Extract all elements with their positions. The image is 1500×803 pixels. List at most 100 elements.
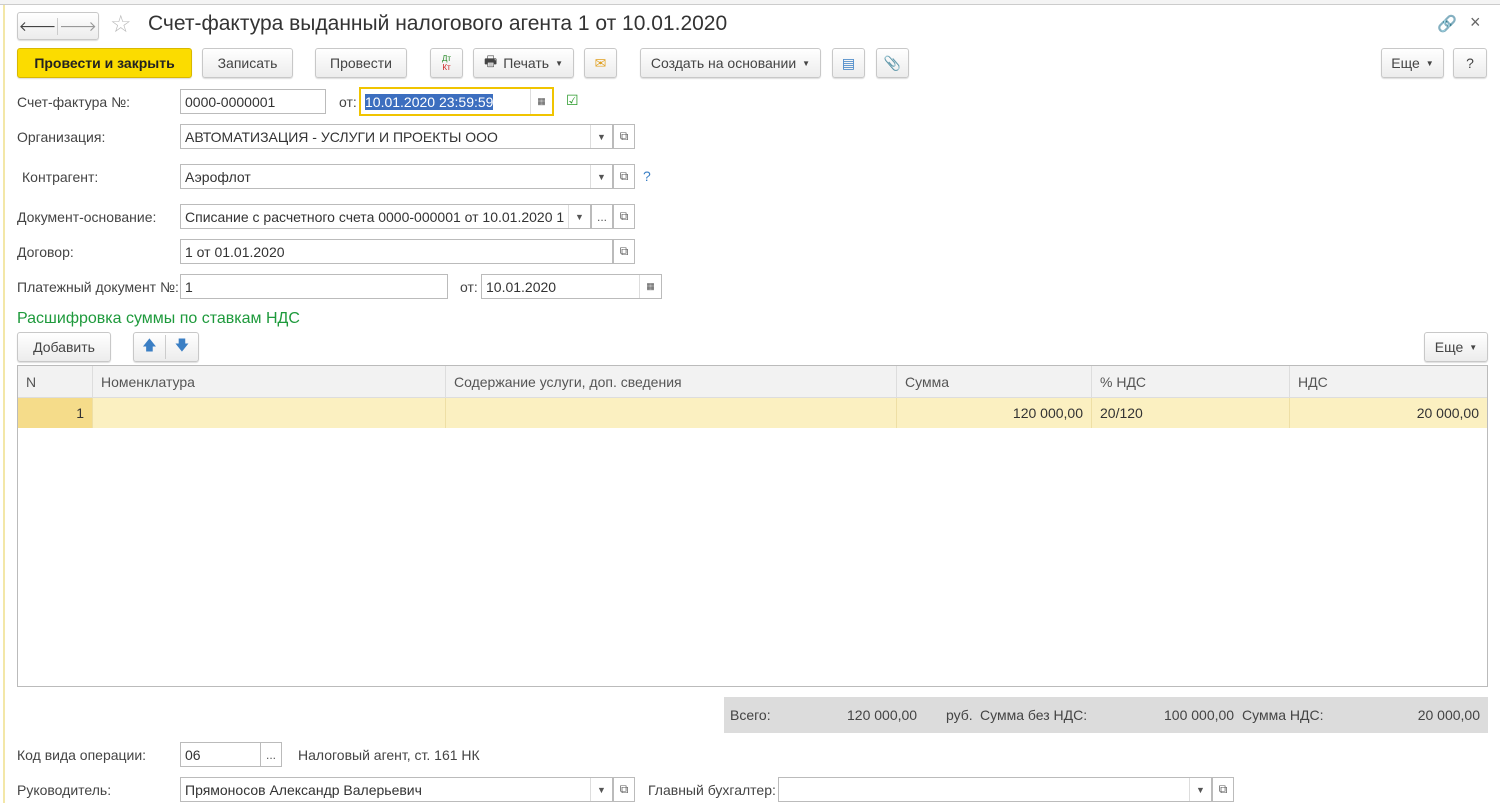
create-based-on-button[interactable]: Создать на основании ▼: [640, 48, 821, 78]
arrow-down-icon[interactable]: 🡇: [166, 335, 198, 359]
kt-label: Кт: [442, 63, 451, 72]
chevron-down-icon: ▼: [555, 58, 563, 68]
dt-label: Дт: [441, 54, 452, 63]
chevron-down-icon: ▼: [802, 58, 811, 68]
chevron-down-icon[interactable]: ▼: [590, 778, 612, 801]
column-header-vat-rate[interactable]: % НДС: [1092, 366, 1290, 397]
window-tabs-strip: [0, 0, 1500, 5]
head-field[interactable]: Прямоносов Александр Валерьевич ▼: [180, 777, 613, 802]
back-arrow-icon[interactable]: 🡐: [18, 17, 58, 35]
payment-date-value: 10.01.2020: [486, 278, 557, 295]
head-value: Прямоносов Александр Валерьевич: [185, 781, 422, 798]
page-title: Счет-фактура выданный налогового агента …: [148, 12, 728, 35]
totals-bar: Всего: 120 000,00 руб. Сумма без НДС: 10…: [724, 697, 1488, 733]
calendar-icon[interactable]: ▦: [639, 275, 661, 298]
select-ellipsis-button[interactable]: ...: [591, 204, 613, 229]
basis-document-label: Документ-основание:: [17, 209, 157, 225]
invoice-number-label: Счет-фактура №:: [17, 94, 131, 110]
invoice-number-field[interactable]: 0000-0000001: [180, 89, 326, 114]
table-row[interactable]: 1 120 000,00 20/120 20 000,00: [18, 398, 1487, 428]
chevron-down-icon[interactable]: ▼: [1189, 778, 1211, 801]
net-label: Сумма без НДС:: [980, 707, 1088, 723]
net-value: 100 000,00: [1164, 707, 1235, 723]
help-hint-icon[interactable]: ?: [643, 168, 651, 184]
total-label: Всего:: [730, 707, 771, 723]
basis-document-field[interactable]: Списание с расчетного счета 0000-000001 …: [180, 204, 591, 229]
invoice-date-label: от:: [339, 94, 357, 110]
cell-item[interactable]: [93, 398, 446, 428]
total-value: 120 000,00: [847, 707, 918, 723]
chevron-down-icon[interactable]: ▼: [590, 165, 612, 188]
status-check-icon[interactable]: ☑: [566, 92, 579, 109]
column-header-content[interactable]: Содержание услуги, доп. сведения: [446, 366, 897, 397]
arrow-up-icon[interactable]: 🡅: [134, 335, 167, 359]
organization-field[interactable]: АВТОМАТИЗАЦИЯ - УСЛУГИ И ПРОЕКТЫ ООО ▼: [180, 124, 613, 149]
paperclip-icon: 📎: [883, 54, 902, 71]
invoice-date-field[interactable]: 10.01.2020 23:59:59 ▦: [359, 87, 554, 116]
print-button[interactable]: 🖶 Печать ▼: [473, 48, 574, 78]
post-button[interactable]: Провести: [315, 48, 407, 78]
forward-arrow-icon[interactable]: 🡒: [58, 18, 98, 35]
column-header-n[interactable]: N: [18, 366, 93, 397]
payment-number-field[interactable]: 1: [180, 274, 448, 299]
envelope-icon: ✉: [594, 54, 607, 71]
chief-accountant-field[interactable]: ▼: [778, 777, 1212, 802]
column-header-item[interactable]: Номенклатура: [93, 366, 446, 397]
vat-total-label: Сумма НДС:: [1242, 707, 1324, 723]
calendar-icon[interactable]: ▦: [530, 89, 552, 114]
structure-button[interactable]: ▤: [832, 48, 865, 78]
operation-description: Налоговый агент, ст. 161 НК: [298, 747, 480, 763]
open-icon[interactable]: ⧉: [613, 239, 635, 264]
print-label: Печать: [503, 55, 550, 71]
chevron-down-icon: ▼: [1425, 58, 1434, 68]
cell-vat[interactable]: 20 000,00: [1290, 398, 1487, 428]
cell-content[interactable]: [446, 398, 897, 428]
table-header: N Номенклатура Содержание услуги, доп. с…: [18, 366, 1487, 398]
operation-code-label: Код вида операции:: [17, 747, 147, 763]
payment-date-label: от:: [460, 279, 478, 295]
chevron-down-icon[interactable]: ▼: [590, 125, 612, 148]
select-ellipsis-button[interactable]: ...: [260, 742, 282, 767]
attach-button[interactable]: 📎: [876, 48, 909, 78]
open-icon[interactable]: ⧉: [613, 164, 635, 189]
vat-total-value: 20 000,00: [1417, 707, 1480, 723]
column-header-sum[interactable]: Сумма: [897, 366, 1092, 397]
organization-label: Организация:: [17, 129, 106, 145]
hierarchy-icon: ▤: [841, 54, 856, 71]
chief-accountant-label: Главный бухгалтер:: [648, 782, 776, 798]
dt-kt-button[interactable]: Дт Кт: [430, 48, 463, 78]
open-icon[interactable]: ⧉: [613, 204, 635, 229]
open-icon[interactable]: ⧉: [1212, 777, 1234, 802]
contract-label: Договор:: [17, 244, 74, 260]
create-based-label: Создать на основании: [650, 55, 797, 71]
invoice-date-value: 10.01.2020 23:59:59: [365, 93, 494, 110]
chevron-down-icon[interactable]: ▼: [568, 205, 590, 228]
more-button[interactable]: Еще ▼: [1381, 48, 1444, 78]
open-icon[interactable]: ⧉: [613, 124, 635, 149]
help-button[interactable]: ?: [1453, 48, 1487, 78]
post-and-close-button[interactable]: Провести и закрыть: [17, 48, 192, 78]
cell-vat-rate[interactable]: 20/120: [1092, 398, 1290, 428]
section-title: Расшифровка суммы по ставкам НДС: [17, 310, 300, 327]
payment-date-field[interactable]: 10.01.2020 ▦: [481, 274, 662, 299]
contract-field[interactable]: 1 от 01.01.2020: [180, 239, 613, 264]
column-header-vat[interactable]: НДС: [1290, 366, 1487, 397]
table-more-button[interactable]: Еще ▼: [1424, 332, 1488, 362]
move-buttons: 🡅 🡇: [133, 332, 199, 362]
add-button[interactable]: Добавить: [17, 332, 111, 362]
open-icon[interactable]: ⧉: [613, 777, 635, 802]
link-icon[interactable]: 🔗: [1437, 14, 1457, 34]
cell-sum[interactable]: 120 000,00: [897, 398, 1092, 428]
close-icon[interactable]: ×: [1470, 12, 1481, 33]
operation-code-field[interactable]: 06: [180, 742, 261, 767]
favorite-star-icon[interactable]: ☆: [110, 10, 132, 39]
save-button[interactable]: Записать: [202, 48, 293, 78]
cell-n[interactable]: 1: [18, 398, 93, 428]
left-accent-bar: [3, 5, 5, 803]
currency-label: руб.: [946, 707, 973, 723]
vat-table: N Номенклатура Содержание услуги, доп. с…: [17, 365, 1488, 687]
counterparty-label: Контрагент:: [22, 169, 99, 185]
counterparty-field[interactable]: Аэрофлот ▼: [180, 164, 613, 189]
payment-document-label: Платежный документ №:: [17, 279, 179, 295]
email-button[interactable]: ✉: [584, 48, 617, 78]
